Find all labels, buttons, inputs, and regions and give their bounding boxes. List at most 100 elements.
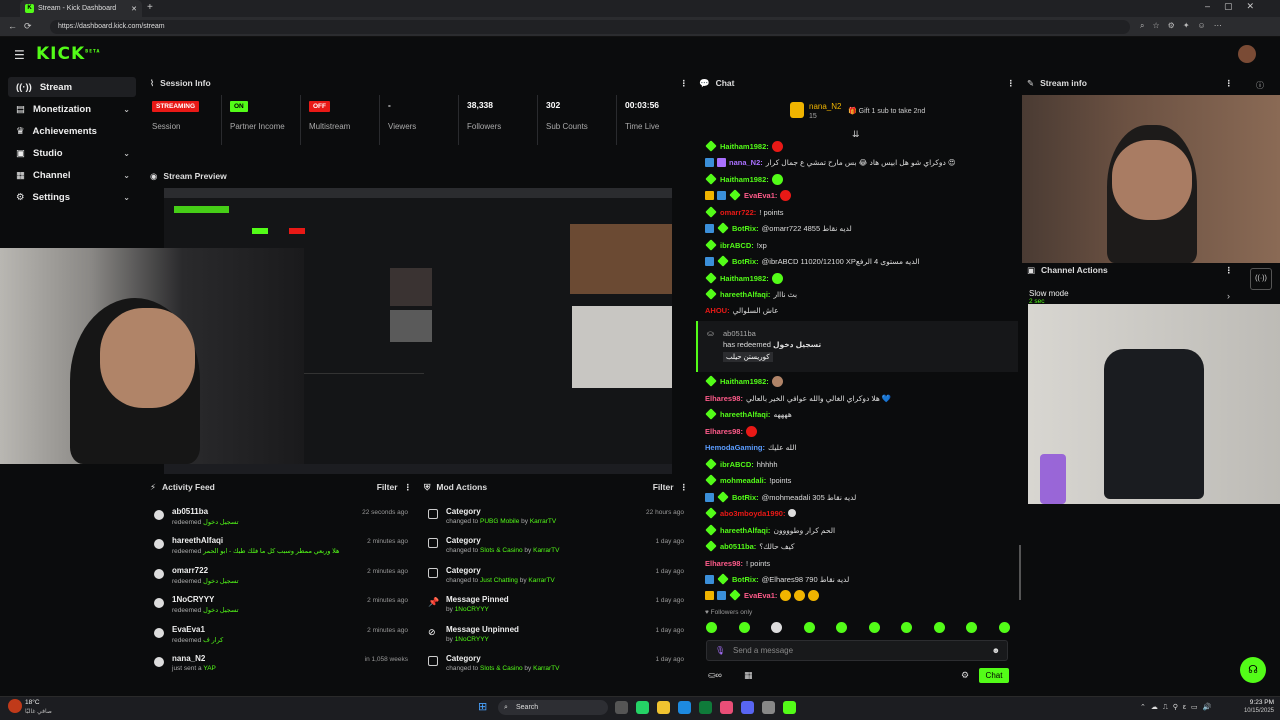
- mod-row[interactable]: Category changed to Slots & Casino by Kar…: [424, 654, 688, 682]
- more-options-icon[interactable]: ⋮: [1225, 265, 1234, 276]
- close-tab-icon[interactable]: ✕: [131, 5, 137, 13]
- chat-message[interactable]: EvaEva1:: [705, 588, 1015, 602]
- clock-date[interactable]: 10/15/2025: [1234, 708, 1274, 714]
- taskbar-search[interactable]: ⌕ Search: [498, 700, 608, 715]
- chat-message[interactable]: hareethAlfaqi: ههههه: [705, 407, 1015, 421]
- file-explorer-icon[interactable]: [657, 701, 670, 714]
- new-tab-icon[interactable]: +: [147, 2, 153, 13]
- window-controls[interactable]: –▢✕: [1205, 1, 1268, 12]
- activity-row[interactable]: ab0511ba redeemed تسجيل دخول 22 seconds ag…: [150, 507, 412, 535]
- menu-icon[interactable]: ☰: [14, 48, 25, 62]
- sidebar-item-channel[interactable]: ▦ Channel ⌄: [8, 165, 136, 185]
- chat-message[interactable]: BotRix: @ibrABCD 11020/12100 XPالديه مستو…: [705, 254, 1015, 268]
- settings-app-icon[interactable]: [762, 701, 775, 714]
- sidebar-item-achievements[interactable]: ♛ Achievements: [8, 121, 136, 141]
- chat-message[interactable]: Haitham1982:: [705, 172, 1015, 186]
- browser-tab[interactable]: K Stream - Kick Dashboard ✕: [20, 0, 142, 17]
- gift-leader-icon: [790, 102, 804, 118]
- info-icon[interactable]: ⓘ: [1256, 80, 1264, 91]
- more-options-icon[interactable]: ⋮: [1225, 78, 1234, 89]
- activity-row[interactable]: hareethAlfaqi redeemed هلا وربعي ممطر وسب…: [150, 536, 412, 564]
- kick-logo[interactable]: KICKBETA: [36, 44, 100, 64]
- chat-settings-icon[interactable]: ⚙: [961, 670, 969, 681]
- studio-icon: ▣: [16, 147, 25, 159]
- chat-message[interactable]: BotRix: @mohmeadali 305 لديه نقاط: [705, 490, 1015, 504]
- mod-filter-button[interactable]: Filter: [653, 482, 674, 492]
- chat-message[interactable]: Elhares98:: [705, 424, 1015, 438]
- emote-icon: [836, 622, 848, 633]
- chat-message[interactable]: hareethAlfaqi: الحم كرار وطوووون: [705, 523, 1015, 537]
- chat-message[interactable]: Haitham1982:: [705, 139, 1015, 153]
- stat-multistream: OFF Multistream: [309, 101, 351, 131]
- chat-message[interactable]: Elhares98: هلا دوكراي الغالي والله عوافي …: [705, 391, 1015, 405]
- chat-message[interactable]: omarr722:! points: [705, 205, 1015, 219]
- weather-icon[interactable]: [8, 699, 22, 713]
- chat-message[interactable]: BotRix: @Elhares98 790 لديه نقاط: [705, 572, 1015, 586]
- url-input[interactable]: https://dashboard.kick.com/stream: [50, 20, 1130, 34]
- activity-row[interactable]: EvaEva1 redeemed كرار ف2 minutes ago: [150, 625, 412, 653]
- chevron-down-icon: ⌄: [123, 104, 130, 114]
- more-options-icon[interactable]: ⋮: [404, 482, 413, 493]
- stat-time-live: 00:03:56 Time Live: [625, 100, 660, 131]
- chat-message[interactable]: ibrABCD: hhhhh: [705, 457, 1015, 471]
- app-icon[interactable]: [720, 701, 733, 714]
- windows-start-icon[interactable]: ⊞: [478, 700, 487, 713]
- sidebar-item-settings[interactable]: ⚙ Settings ⌄: [8, 187, 136, 207]
- chat-message[interactable]: nana_N2: دوكراي شو هل ابيس هاد 😂 بس مارح …: [705, 155, 1015, 169]
- system-tray-icons[interactable]: ⌃☁⎍⚲ε▭🔊: [1140, 703, 1216, 712]
- chat-message[interactable]: Haitham1982:: [705, 374, 1015, 388]
- emote-bar[interactable]: [706, 622, 1010, 635]
- browser-extension-icons[interactable]: ⌕☆⚙✦☺⋯: [1140, 21, 1230, 31]
- user-icon: [154, 510, 164, 520]
- chat-message[interactable]: BotRix: @omarr722 4855 لديه نقاط: [705, 221, 1015, 235]
- more-options-icon[interactable]: ⋮: [680, 78, 689, 89]
- nav-buttons-icon[interactable]: ←⟳: [8, 21, 39, 32]
- activity-row[interactable]: omarr722 redeemed تسجيل دخول 2 minutes ago: [150, 566, 412, 594]
- mod-row[interactable]: Category changed to PUBG Mobile by Karrar…: [424, 507, 688, 535]
- chat-input[interactable]: 🎙 Send a message ☻: [706, 640, 1008, 661]
- whatsapp-icon[interactable]: [636, 701, 649, 714]
- support-icon[interactable]: ☊: [1240, 657, 1266, 683]
- chat-message[interactable]: Elhares98:! points: [705, 556, 1015, 570]
- pinned-user[interactable]: nana_N2: [809, 102, 841, 111]
- gear-icon: ⚙: [16, 191, 25, 203]
- sidebar-item-studio[interactable]: ▣ Studio ⌄: [8, 143, 136, 163]
- store-icon[interactable]: [699, 701, 712, 714]
- chat-message[interactable]: abo3mboyda1990:: [705, 506, 1015, 520]
- more-options-icon[interactable]: ⋮: [680, 482, 689, 493]
- mod-row[interactable]: Category changed to Slots & Casino by Kar…: [424, 536, 688, 564]
- discord-icon[interactable]: [741, 701, 754, 714]
- task-view-icon[interactable]: [615, 701, 628, 714]
- calendar-icon[interactable]: ▦: [744, 670, 753, 681]
- edge-icon[interactable]: [678, 701, 691, 714]
- mod-row[interactable]: 📌 Message Pinned by 1NoCRYYY 1 day ago: [424, 595, 688, 623]
- chat-message[interactable]: HemodaGaming: الله عليك: [705, 440, 1015, 454]
- chat-message[interactable]: ab0511ba: كيف حالك؟: [705, 539, 1015, 553]
- activity-row[interactable]: nana_N2 just sent a YAP in 1,058 weeks: [150, 654, 412, 682]
- gift-prompt[interactable]: 🎁 Gift 1 sub to take 2nd: [848, 107, 925, 115]
- chat-message[interactable]: EvaEva1:: [705, 188, 1015, 202]
- sidebar-item-monetization[interactable]: ▤ Monetization ⌄: [8, 99, 136, 119]
- points-icon[interactable]: ⛀∞: [708, 670, 722, 681]
- mod-row[interactable]: ⊘ Message Unpinned by 1NoCRYYY 1 day ago: [424, 625, 688, 653]
- chat-message[interactable]: mohmeadali: !points: [705, 473, 1015, 487]
- avatar[interactable]: [1238, 45, 1256, 63]
- chat-message[interactable]: hareethAlfaqi: بث نااار: [705, 287, 1015, 301]
- chat-scrollbar[interactable]: [1019, 545, 1021, 600]
- chat-message[interactable]: ibrABCD: !xp: [705, 238, 1015, 252]
- send-chat-button[interactable]: Chat: [979, 668, 1009, 683]
- chevron-right-icon[interactable]: ›: [1227, 291, 1230, 301]
- activity-filter-button[interactable]: Filter: [377, 482, 398, 492]
- mod-row[interactable]: Category changed to Just Chatting by Karr…: [424, 566, 688, 594]
- chat-message[interactable]: Haitham1982:: [705, 271, 1015, 285]
- slow-mode-label[interactable]: Slow mode: [1029, 289, 1069, 298]
- sidebar-item-stream[interactable]: ((·)) Stream: [8, 77, 136, 97]
- user-icon: [154, 539, 164, 549]
- more-options-icon[interactable]: ⋮: [1007, 78, 1016, 89]
- kick-app-icon[interactable]: [783, 701, 796, 714]
- chat-message[interactable]: AHOU: عاش السلوالي: [705, 303, 1015, 317]
- activity-row[interactable]: 1NoCRYYY redeemed تسجيل دخول 2 minutes ago: [150, 595, 412, 623]
- clock-time[interactable]: 9:23 PM: [1234, 699, 1274, 706]
- broadcast-toggle-icon[interactable]: ((·)): [1250, 268, 1272, 290]
- wallet-icon: ▤: [16, 103, 25, 115]
